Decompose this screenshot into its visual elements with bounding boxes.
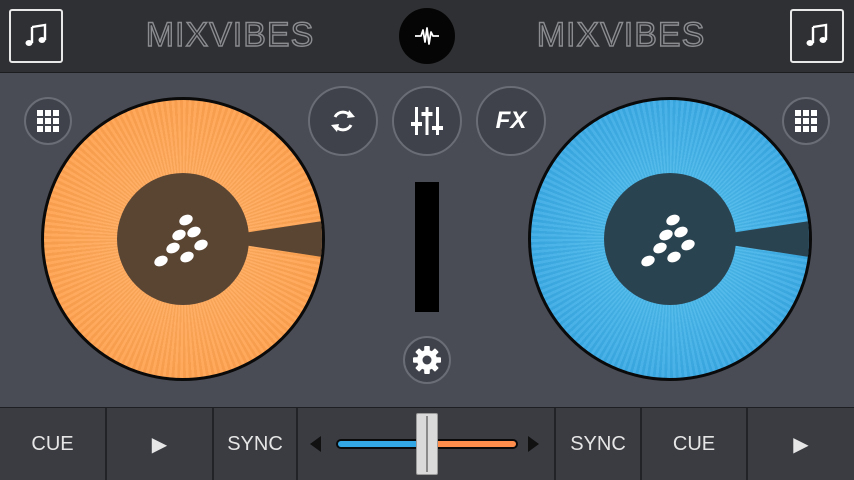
right-cue-button[interactable]: CUE [642,408,748,480]
fx-button[interactable]: FX [476,86,546,156]
right-library-button[interactable] [790,9,844,63]
settings-button[interactable] [403,336,451,384]
play-icon: ▶ [151,433,168,456]
gear-icon [413,346,441,374]
right-turntable[interactable] [528,97,812,381]
right-brand-logo: MIXVIBES [536,15,706,54]
top-bar: MIXVIBES MIXVIBES [0,0,854,73]
music-note-icon [806,23,828,46]
left-turntable[interactable] [41,97,325,381]
left-sync-button[interactable]: SYNC [214,408,298,480]
right-play-button[interactable]: ▶ [748,408,854,480]
grid-icon [795,110,817,132]
crossfader-handle[interactable] [416,413,438,475]
right-cue-label: CUE [672,432,716,455]
crossfader[interactable] [298,408,556,480]
right-grid-button[interactable] [782,97,830,145]
crossfader-right-fill [427,441,516,447]
waveform-icon [415,27,439,45]
left-cue-button[interactable]: CUE [0,408,107,480]
loop-button[interactable] [308,86,378,156]
deck-logo-icon [154,214,208,267]
sync-loop-icon [331,110,355,132]
right-deck-label [604,173,736,305]
left-sync-label: SYNC [227,432,283,455]
level-meter [415,182,439,312]
fx-label: FX [495,107,527,134]
left-grid-button[interactable] [24,97,72,145]
left-play-button[interactable]: ▶ [107,408,214,480]
grid-icon [37,110,59,132]
left-brand-logo: MIXVIBES [145,15,315,54]
left-deck-label [117,173,249,305]
crossfader-left-fill [338,441,427,447]
left-library-button[interactable] [9,9,63,63]
crossfader-left-arrow-icon[interactable] [310,436,321,452]
deck-logo-icon [641,214,695,267]
mixer-button[interactable] [392,86,462,156]
mixer-sliders-icon [411,107,443,135]
crossfader-right-arrow-icon[interactable] [528,436,539,452]
transport-bar: CUE ▶ SYNC SYNC CUE ▶ [0,408,854,480]
right-sync-button[interactable]: SYNC [556,408,642,480]
center-logo-button[interactable] [399,8,455,64]
left-cue-label: CUE [31,432,74,455]
right-sync-label: SYNC [570,432,626,455]
music-note-icon [25,23,47,46]
play-icon: ▶ [793,433,809,456]
